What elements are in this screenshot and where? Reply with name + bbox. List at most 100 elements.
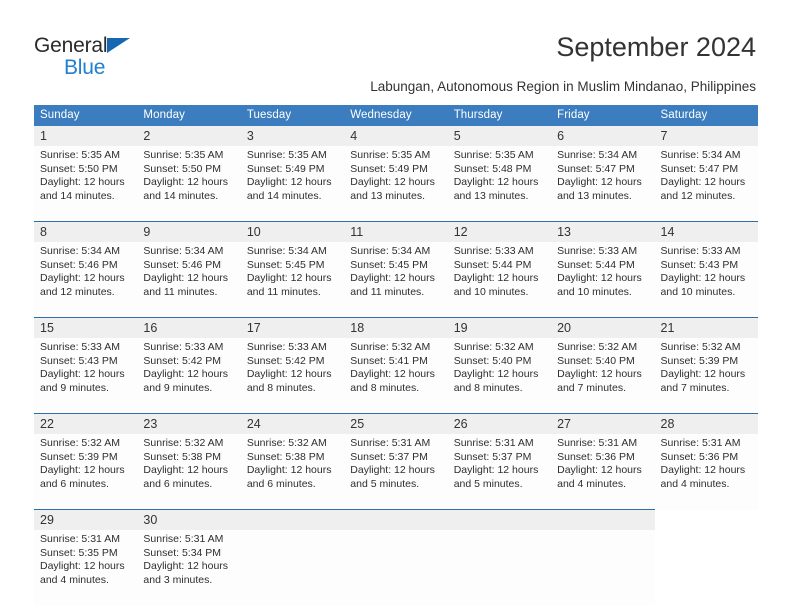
day-number[interactable]: 10	[240, 221, 345, 242]
day-number[interactable]: 28	[654, 413, 758, 434]
day-number[interactable]: 15	[34, 317, 138, 338]
weekday-header-friday: Friday	[551, 105, 655, 126]
day-sun-info: Sunrise: 5:33 AM Sunset: 5:42 PM Dayligh…	[246, 341, 332, 394]
generalblue-logo[interactable]: General Blue	[34, 35, 144, 81]
day-sun-info: Sunrise: 5:32 AM Sunset: 5:39 PM Dayligh…	[660, 341, 746, 394]
day-number[interactable]: 30	[137, 509, 241, 530]
day-cell[interactable]: Sunrise: 5:35 AM Sunset: 5:49 PM Dayligh…	[240, 146, 345, 222]
day-sun-info: Sunrise: 5:32 AM Sunset: 5:38 PM Dayligh…	[246, 437, 332, 490]
day-sun-info: Sunrise: 5:33 AM Sunset: 5:43 PM Dayligh…	[660, 245, 746, 298]
day-number[interactable]: 3	[240, 126, 345, 146]
day-cell[interactable]: Sunrise: 5:34 AM Sunset: 5:45 PM Dayligh…	[344, 242, 448, 318]
day-number[interactable]: 13	[551, 221, 655, 242]
day-sun-info: Sunrise: 5:34 AM Sunset: 5:46 PM Dayligh…	[40, 245, 125, 298]
day-sun-info: Sunrise: 5:31 AM Sunset: 5:36 PM Dayligh…	[557, 437, 642, 490]
day-cell[interactable]: Sunrise: 5:32 AM Sunset: 5:39 PM Dayligh…	[34, 434, 138, 510]
day-cell[interactable]: Sunrise: 5:35 AM Sunset: 5:50 PM Dayligh…	[34, 146, 138, 222]
day-number[interactable]: 1	[34, 126, 138, 146]
day-cell[interactable]: Sunrise: 5:33 AM Sunset: 5:42 PM Dayligh…	[240, 338, 345, 414]
day-number[interactable]: 18	[344, 317, 448, 338]
day-cell[interactable]: Sunrise: 5:34 AM Sunset: 5:45 PM Dayligh…	[240, 242, 345, 318]
day-cell[interactable]: Sunrise: 5:32 AM Sunset: 5:39 PM Dayligh…	[654, 338, 758, 414]
day-sun-info: Sunrise: 5:35 AM Sunset: 5:49 PM Dayligh…	[246, 149, 332, 202]
day-cell[interactable]: Sunrise: 5:33 AM Sunset: 5:43 PM Dayligh…	[34, 338, 138, 414]
day-cell[interactable]: Sunrise: 5:34 AM Sunset: 5:47 PM Dayligh…	[551, 146, 655, 222]
day-cell[interactable]: Sunrise: 5:32 AM Sunset: 5:40 PM Dayligh…	[447, 338, 552, 414]
week-info-row: Sunrise: 5:34 AM Sunset: 5:46 PM Dayligh…	[34, 242, 758, 318]
day-number[interactable]: 19	[447, 317, 552, 338]
weekday-header-saturday: Saturday	[654, 105, 758, 126]
day-number[interactable]: 17	[240, 317, 345, 338]
day-cell[interactable]: Sunrise: 5:32 AM Sunset: 5:41 PM Dayligh…	[344, 338, 448, 414]
day-number[interactable]: 12	[447, 221, 552, 242]
day-cell[interactable]: Sunrise: 5:33 AM Sunset: 5:42 PM Dayligh…	[137, 338, 241, 414]
day-cell[interactable]: Sunrise: 5:34 AM Sunset: 5:47 PM Dayligh…	[654, 146, 758, 222]
day-cell[interactable]: Sunrise: 5:31 AM Sunset: 5:34 PM Dayligh…	[137, 530, 241, 605]
day-cell[interactable]: Sunrise: 5:31 AM Sunset: 5:36 PM Dayligh…	[551, 434, 655, 510]
day-cell-empty	[447, 530, 552, 605]
day-cell[interactable]: Sunrise: 5:32 AM Sunset: 5:40 PM Dayligh…	[551, 338, 655, 414]
logo-text-general: General	[34, 34, 108, 57]
weekday-header-wednesday: Wednesday	[344, 105, 448, 126]
day-cell[interactable]: Sunrise: 5:31 AM Sunset: 5:37 PM Dayligh…	[344, 434, 448, 510]
page-title: September 2024	[556, 32, 756, 62]
day-cell[interactable]: Sunrise: 5:35 AM Sunset: 5:49 PM Dayligh…	[344, 146, 448, 222]
day-number-empty	[654, 509, 758, 530]
day-sun-info: Sunrise: 5:35 AM Sunset: 5:50 PM Dayligh…	[143, 149, 229, 202]
day-sun-info: Sunrise: 5:33 AM Sunset: 5:42 PM Dayligh…	[143, 341, 229, 394]
day-cell[interactable]: Sunrise: 5:33 AM Sunset: 5:44 PM Dayligh…	[551, 242, 655, 318]
day-sun-info: Sunrise: 5:32 AM Sunset: 5:41 PM Dayligh…	[350, 341, 435, 394]
day-cell[interactable]: Sunrise: 5:32 AM Sunset: 5:38 PM Dayligh…	[240, 434, 345, 510]
week-info-row: Sunrise: 5:32 AM Sunset: 5:39 PM Dayligh…	[34, 434, 758, 510]
day-cell[interactable]: Sunrise: 5:33 AM Sunset: 5:43 PM Dayligh…	[654, 242, 758, 318]
day-cell[interactable]: Sunrise: 5:34 AM Sunset: 5:46 PM Dayligh…	[137, 242, 241, 318]
week-dates-row: 22 23 24 25 26 27 28	[34, 413, 758, 434]
day-cell[interactable]: Sunrise: 5:32 AM Sunset: 5:38 PM Dayligh…	[137, 434, 241, 510]
day-number[interactable]: 5	[447, 126, 552, 146]
day-number[interactable]: 9	[137, 221, 241, 242]
day-cell[interactable]: Sunrise: 5:35 AM Sunset: 5:50 PM Dayligh…	[137, 146, 241, 222]
day-number[interactable]: 4	[344, 126, 448, 146]
day-number[interactable]: 26	[447, 413, 552, 434]
day-number[interactable]: 21	[654, 317, 758, 338]
day-cell[interactable]: Sunrise: 5:33 AM Sunset: 5:44 PM Dayligh…	[447, 242, 552, 318]
day-sun-info: Sunrise: 5:32 AM Sunset: 5:38 PM Dayligh…	[143, 437, 229, 490]
day-number[interactable]: 22	[34, 413, 138, 434]
day-sun-info: Sunrise: 5:31 AM Sunset: 5:34 PM Dayligh…	[143, 533, 229, 586]
day-cell-empty	[551, 530, 655, 605]
week-dates-row: 15 16 17 18 19 20 21	[34, 317, 758, 338]
day-cell-empty	[240, 530, 345, 605]
day-cell[interactable]: Sunrise: 5:31 AM Sunset: 5:36 PM Dayligh…	[654, 434, 758, 510]
day-number[interactable]: 23	[137, 413, 241, 434]
day-number[interactable]: 29	[34, 509, 138, 530]
day-number[interactable]: 25	[344, 413, 448, 434]
day-cell[interactable]: Sunrise: 5:35 AM Sunset: 5:48 PM Dayligh…	[447, 146, 552, 222]
calendar-grid: Sunday Monday Tuesday Wednesday Thursday…	[34, 105, 758, 605]
day-cell[interactable]: Sunrise: 5:34 AM Sunset: 5:46 PM Dayligh…	[34, 242, 138, 318]
day-sun-info: Sunrise: 5:32 AM Sunset: 5:40 PM Dayligh…	[453, 341, 539, 394]
calendar-table: Sunday Monday Tuesday Wednesday Thursday…	[34, 105, 758, 605]
day-number[interactable]: 20	[551, 317, 655, 338]
day-sun-info: Sunrise: 5:34 AM Sunset: 5:46 PM Dayligh…	[143, 245, 229, 298]
day-cell-empty	[654, 530, 758, 605]
day-number[interactable]: 27	[551, 413, 655, 434]
calendar-body: 1 2 3 4 5 6 7 Sunrise: 5:35 AM Sunset: 5…	[34, 126, 758, 605]
day-number[interactable]: 6	[551, 126, 655, 146]
day-number[interactable]: 14	[654, 221, 758, 242]
day-cell[interactable]: Sunrise: 5:31 AM Sunset: 5:35 PM Dayligh…	[34, 530, 138, 605]
logo-text-blue: Blue	[64, 56, 106, 79]
day-number-empty	[344, 509, 448, 530]
day-sun-info: Sunrise: 5:32 AM Sunset: 5:39 PM Dayligh…	[40, 437, 125, 490]
day-number[interactable]: 24	[240, 413, 345, 434]
day-number-empty	[447, 509, 552, 530]
day-number-empty	[551, 509, 655, 530]
day-number[interactable]: 11	[344, 221, 448, 242]
day-number[interactable]: 7	[654, 126, 758, 146]
day-number[interactable]: 8	[34, 221, 138, 242]
day-number[interactable]: 2	[137, 126, 241, 146]
day-number[interactable]: 16	[137, 317, 241, 338]
day-sun-info: Sunrise: 5:35 AM Sunset: 5:49 PM Dayligh…	[350, 149, 435, 202]
weekday-header-thursday: Thursday	[447, 105, 552, 126]
day-cell[interactable]: Sunrise: 5:31 AM Sunset: 5:37 PM Dayligh…	[447, 434, 552, 510]
page-header: General Blue September 2024 Labungan, Au…	[0, 0, 792, 100]
